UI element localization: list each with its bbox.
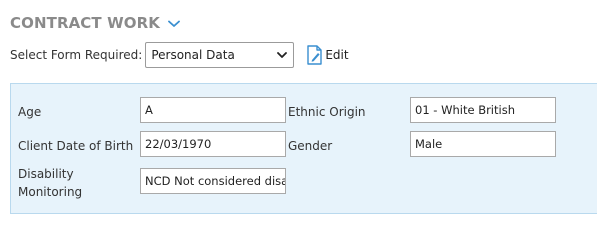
gender-label: Gender — [288, 139, 333, 153]
ethnic-origin-label: Ethnic Origin — [288, 105, 366, 119]
personal-data-panel: Age A Ethnic Origin 01 - White British C… — [10, 83, 597, 214]
chevron-down-icon[interactable] — [168, 20, 180, 28]
gender-input[interactable]: Male — [410, 131, 556, 157]
ethnic-origin-input[interactable]: 01 - White British — [410, 97, 556, 123]
dob-input[interactable]: 22/03/1970 — [140, 131, 286, 157]
age-input[interactable]: A — [140, 97, 286, 123]
age-label: Age — [18, 105, 42, 119]
page: CONTRACT WORK Select Form Required: Pers… — [0, 0, 597, 246]
disability-label-line1: Disability — [18, 167, 74, 181]
form-select-dropdown[interactable]: Personal Data — [145, 42, 295, 68]
edit-label: Edit — [325, 48, 349, 62]
dob-label: Client Date of Birth — [18, 139, 134, 153]
section-header[interactable]: CONTRACT WORK — [10, 14, 180, 32]
form-selector-row: Select Form Required: Personal Data Edit — [10, 42, 349, 68]
disability-label-line2: Monitoring — [18, 185, 83, 199]
edit-button[interactable]: Edit — [306, 45, 349, 65]
section-title: CONTRACT WORK — [10, 14, 160, 32]
form-select-label: Select Form Required: — [10, 48, 143, 62]
form-select-value: Personal Data — [151, 48, 235, 62]
edit-document-icon — [307, 45, 323, 65]
dropdown-arrow-icon — [277, 52, 288, 58]
disability-input[interactable]: NCD Not considered disa — [140, 168, 286, 194]
